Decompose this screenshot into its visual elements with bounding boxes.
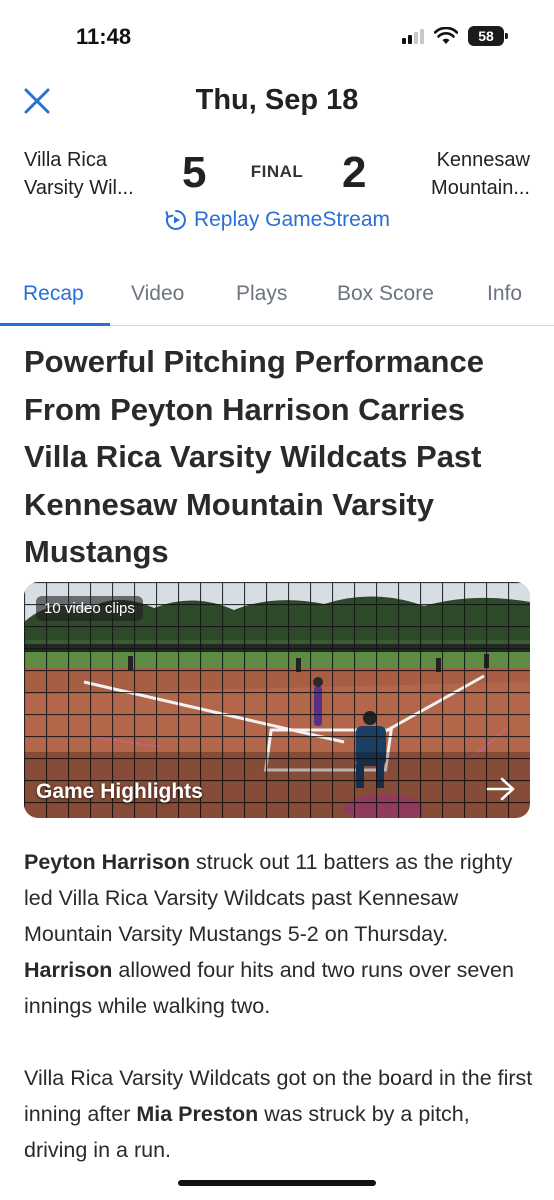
article-paragraph: Villa Rica Varsity Wildcats got on the b… [24,1060,534,1168]
video-highlights-card[interactable]: ~~~~~~~~ ~~~~~~ 10 video clips Game High… [24,582,530,818]
replay-icon [165,210,186,230]
scoreboard: Villa Rica Varsity Wil... 5 FINAL 2 Kenn… [0,140,554,210]
tab-info[interactable]: Info [487,282,522,306]
status-bar: 11:48 58 [0,0,554,60]
player-name-link[interactable]: Harrison [24,958,112,982]
status-time: 11:48 [76,24,132,49]
away-team-name[interactable]: Kennesaw Mountain... [431,146,530,202]
wifi-icon [434,27,458,44]
replay-gamestream-link[interactable]: Replay GameStream [0,208,554,232]
tab-bar: Recap Video Plays Box Score Info [0,270,554,326]
tab-plays[interactable]: Plays [236,282,287,306]
battery-icon: 58 [468,26,508,46]
cellular-signal-icon [402,28,424,44]
away-team-line1: Kennesaw [436,149,530,171]
player-name-link[interactable]: Mia Preston [136,1102,258,1126]
home-indicator[interactable] [178,1180,376,1186]
active-tab-indicator [0,323,110,326]
article-paragraph: Peyton Harrison struck out 11 batters as… [24,844,534,1024]
away-team-line2: Mountain... [431,177,530,199]
article-headline: Powerful Pitching Performance From Peyto… [24,344,484,569]
video-clips-badge: 10 video clips [36,596,143,621]
replay-label: Replay GameStream [193,208,391,231]
video-title: Game Highlights [36,780,203,803]
article-body: Peyton Harrison struck out 11 batters as… [24,844,534,1200]
page-title: Thu, Sep 18 [195,84,359,116]
away-score: 2 [342,148,367,197]
header: Thu, Sep 18 [0,70,554,130]
battery-level: 58 [478,28,494,44]
tab-video[interactable]: Video [131,282,184,306]
arrow-right-icon [486,777,515,801]
tab-recap[interactable]: Recap [23,282,84,306]
tab-box-score[interactable]: Box Score [337,282,434,306]
player-name-link[interactable]: Peyton Harrison [24,850,190,874]
status-icons: 58 [402,26,508,46]
